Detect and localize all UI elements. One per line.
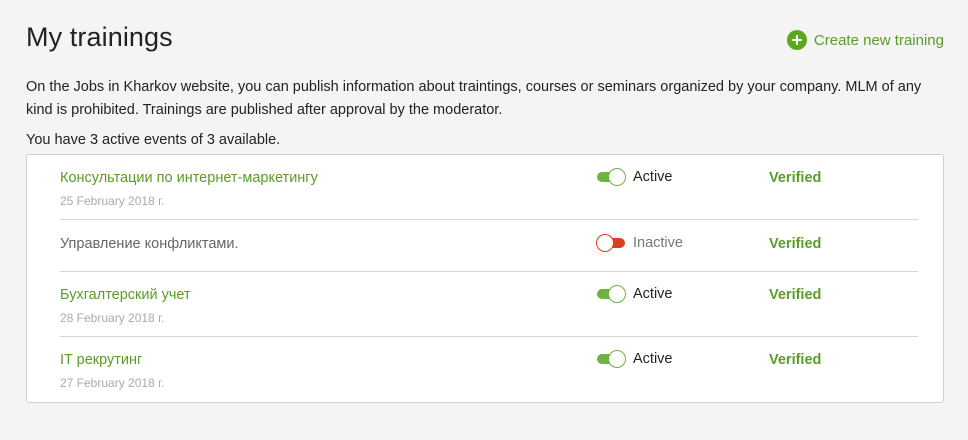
training-date: 25 February 2018 г.	[60, 194, 165, 208]
trainings-list: Консультации по интернет-маркетингу 25 F…	[26, 154, 944, 403]
my-trainings-page: My trainings Create new training On the …	[0, 0, 968, 440]
status-label: Active	[633, 286, 673, 302]
training-row: IT рекрутинг 27 February 2018 г. Active …	[60, 337, 918, 402]
training-title-link[interactable]: Бухгалтерский учет	[60, 287, 191, 303]
verification-status: Verified	[769, 287, 822, 303]
training-row: Консультации по интернет-маркетингу 25 F…	[60, 155, 918, 220]
training-date: 28 February 2018 г.	[60, 311, 165, 325]
training-title-link[interactable]: IT рекрутинг	[60, 352, 142, 368]
page-title: My trainings	[26, 22, 173, 52]
status-label: Inactive	[633, 235, 683, 251]
training-row: Управление конфликтами. Inactive Verifie…	[60, 220, 918, 272]
training-status: Active	[596, 350, 673, 368]
create-new-training-label: Create new training	[813, 31, 944, 49]
status-label: Active	[633, 351, 673, 367]
training-status: Active	[596, 168, 673, 186]
status-toggle[interactable]	[596, 168, 626, 186]
training-title-link[interactable]: Консультации по интернет-маркетингу	[60, 170, 318, 186]
plus-circle-icon	[786, 30, 807, 50]
training-status: Inactive	[596, 234, 683, 252]
training-date: 27 February 2018 г.	[60, 376, 165, 390]
page-description: On the Jobs in Kharkov website, you can …	[26, 79, 922, 118]
verification-status: Verified	[769, 352, 822, 368]
active-events-summary: You have 3 active events of 3 available.	[26, 132, 281, 148]
status-toggle[interactable]	[596, 350, 626, 368]
create-new-training-link[interactable]: Create new training	[786, 30, 944, 50]
training-row: Бухгалтерский учет 28 February 2018 г. A…	[60, 272, 918, 337]
training-status: Active	[596, 285, 673, 303]
verification-status: Verified	[769, 236, 822, 252]
training-title-link[interactable]: Управление конфликтами.	[60, 236, 239, 252]
status-toggle[interactable]	[596, 234, 626, 252]
status-toggle[interactable]	[596, 285, 626, 303]
page-header: My trainings Create new training	[26, 0, 944, 68]
verification-status: Verified	[769, 170, 822, 186]
status-label: Active	[633, 169, 673, 185]
